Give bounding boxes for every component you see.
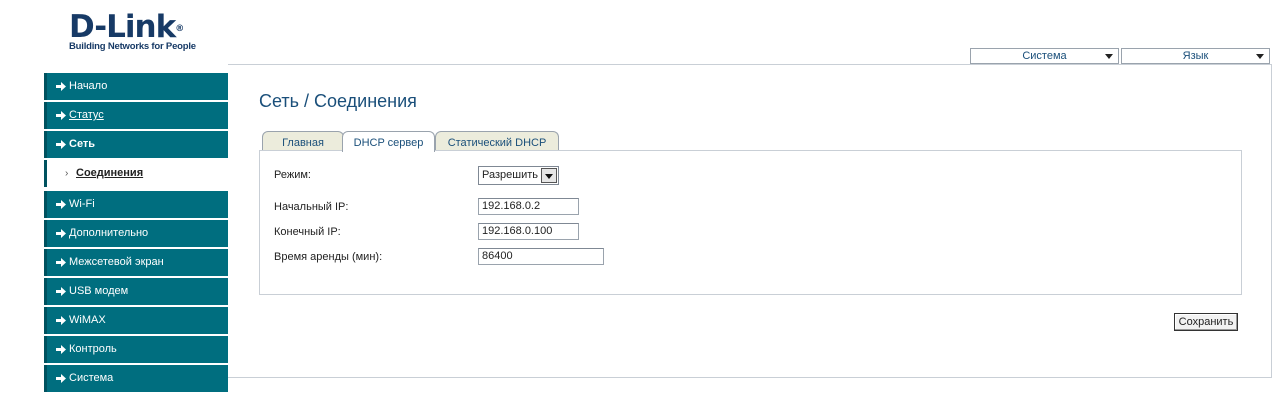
mode-label: Режим: (274, 169, 311, 181)
language-label: Язык (1182, 50, 1209, 62)
sidebar-item-wimax[interactable]: WiMAX (44, 307, 228, 334)
sidebar-item-label: Система (69, 372, 114, 384)
arrow-right-icon (56, 374, 66, 383)
end-ip-label: Конечный IP: (274, 226, 341, 238)
tab-main[interactable]: Главная (262, 131, 344, 151)
chevron-down-icon (541, 168, 557, 183)
arrow-right-icon (56, 229, 66, 238)
sidebar-subitem-connections[interactable]: › Соединения (44, 160, 228, 187)
chevron-right-icon: › (65, 168, 69, 179)
sidebar-item-label: Контроль (69, 343, 117, 355)
sidebar-item-usb-modem[interactable]: USB модем (44, 278, 228, 305)
system-menu-label: Система (1022, 50, 1067, 62)
sidebar-item-label: Wi-Fi (69, 198, 95, 210)
sidebar-item-label: Межсетевой экран (69, 256, 164, 268)
chevron-down-icon (1256, 54, 1264, 59)
save-button[interactable]: Сохранить (1174, 313, 1238, 331)
arrow-right-icon (56, 200, 66, 209)
arrow-right-icon (56, 316, 66, 325)
sidebar-item-label: USB модем (69, 285, 129, 297)
tab-static-dhcp[interactable]: Статический DHCP (435, 131, 559, 151)
sidebar-item-label: Статус (69, 109, 104, 121)
sidebar-item-advanced[interactable]: Дополнительно (44, 220, 228, 247)
end-ip-input[interactable]: 192.168.0.100 (478, 223, 579, 240)
logo-brand: D-Link® (69, 9, 184, 45)
sidebar-item-label: WiMAX (69, 314, 106, 326)
sidebar-item-wifi[interactable]: Wi-Fi (44, 191, 228, 218)
page-title: Сеть / Соединения (259, 91, 417, 111)
start-ip-label: Начальный IP: (274, 201, 349, 213)
sidebar: Начало Статус Сеть › Соединения Wi-Fi До… (44, 73, 228, 394)
chevron-down-icon (1105, 54, 1113, 59)
sidebar-subitem-label: Соединения (76, 167, 144, 179)
mode-select[interactable]: Разрешить (478, 166, 559, 185)
sidebar-item-label: Сеть (69, 138, 96, 150)
tab-label: DHCP сервер (353, 137, 424, 149)
sidebar-item-label: Дополнительно (69, 227, 149, 239)
lease-time-input[interactable]: 86400 (478, 248, 604, 265)
arrow-right-icon (56, 287, 66, 296)
arrow-right-icon (56, 140, 66, 149)
dlink-logo: D-Link® Building Networks for People (69, 9, 196, 53)
arrow-right-icon (56, 345, 66, 354)
sidebar-item-control[interactable]: Контроль (44, 336, 228, 363)
system-menu-dropdown[interactable]: Система (970, 48, 1119, 64)
sidebar-item-home[interactable]: Начало (44, 73, 228, 100)
sidebar-item-network[interactable]: Сеть (44, 131, 228, 158)
start-ip-input[interactable]: 192.168.0.2 (478, 198, 579, 215)
mode-select-value: Разрешить (482, 169, 538, 181)
dhcp-settings-panel (259, 150, 1242, 295)
logo-tagline: Building Networks for People (69, 41, 196, 52)
sidebar-item-firewall[interactable]: Межсетевой экран (44, 249, 228, 276)
arrow-right-icon (56, 82, 66, 91)
sidebar-item-status[interactable]: Статус (44, 102, 228, 129)
tab-label: Статический DHCP (447, 137, 547, 149)
arrow-right-icon (56, 111, 66, 120)
sidebar-item-label: Начало (69, 80, 108, 92)
sidebar-item-system[interactable]: Система (44, 365, 228, 392)
arrow-right-icon (56, 258, 66, 267)
language-dropdown[interactable]: Язык (1121, 48, 1270, 64)
lease-time-label: Время аренды (мин): (274, 251, 383, 263)
tab-dhcp-server[interactable]: DHCP сервер (342, 131, 435, 152)
tab-label: Главная (282, 137, 324, 149)
